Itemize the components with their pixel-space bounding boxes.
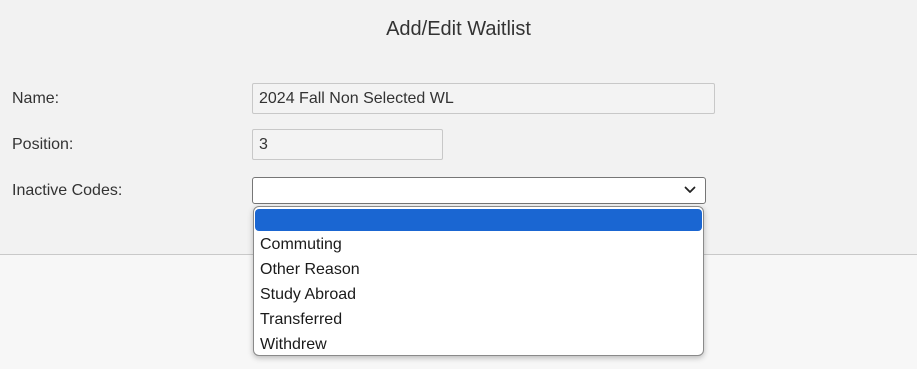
dropdown-option-withdrew[interactable]: Withdrew [254,332,703,355]
position-label: Position: [12,136,74,153]
dropdown-option-study-abroad[interactable]: Study Abroad [254,282,703,307]
position-field[interactable] [252,129,443,160]
inactive-codes-label: Inactive Codes: [12,182,123,199]
dialog-title: Add/Edit Waitlist [386,18,531,40]
inactive-codes-dropdown-list[interactable]: Commuting Other Reason Study Abroad Tran… [253,206,704,356]
inactive-codes-select[interactable] [252,177,706,204]
dropdown-option-other-reason[interactable]: Other Reason [254,257,703,282]
dropdown-option-blank[interactable] [255,209,702,231]
dropdown-option-transferred[interactable]: Transferred [254,307,703,332]
chevron-down-icon [684,186,696,193]
name-label: Name: [12,90,60,107]
name-field[interactable] [252,83,715,114]
dropdown-option-commuting[interactable]: Commuting [254,232,703,257]
